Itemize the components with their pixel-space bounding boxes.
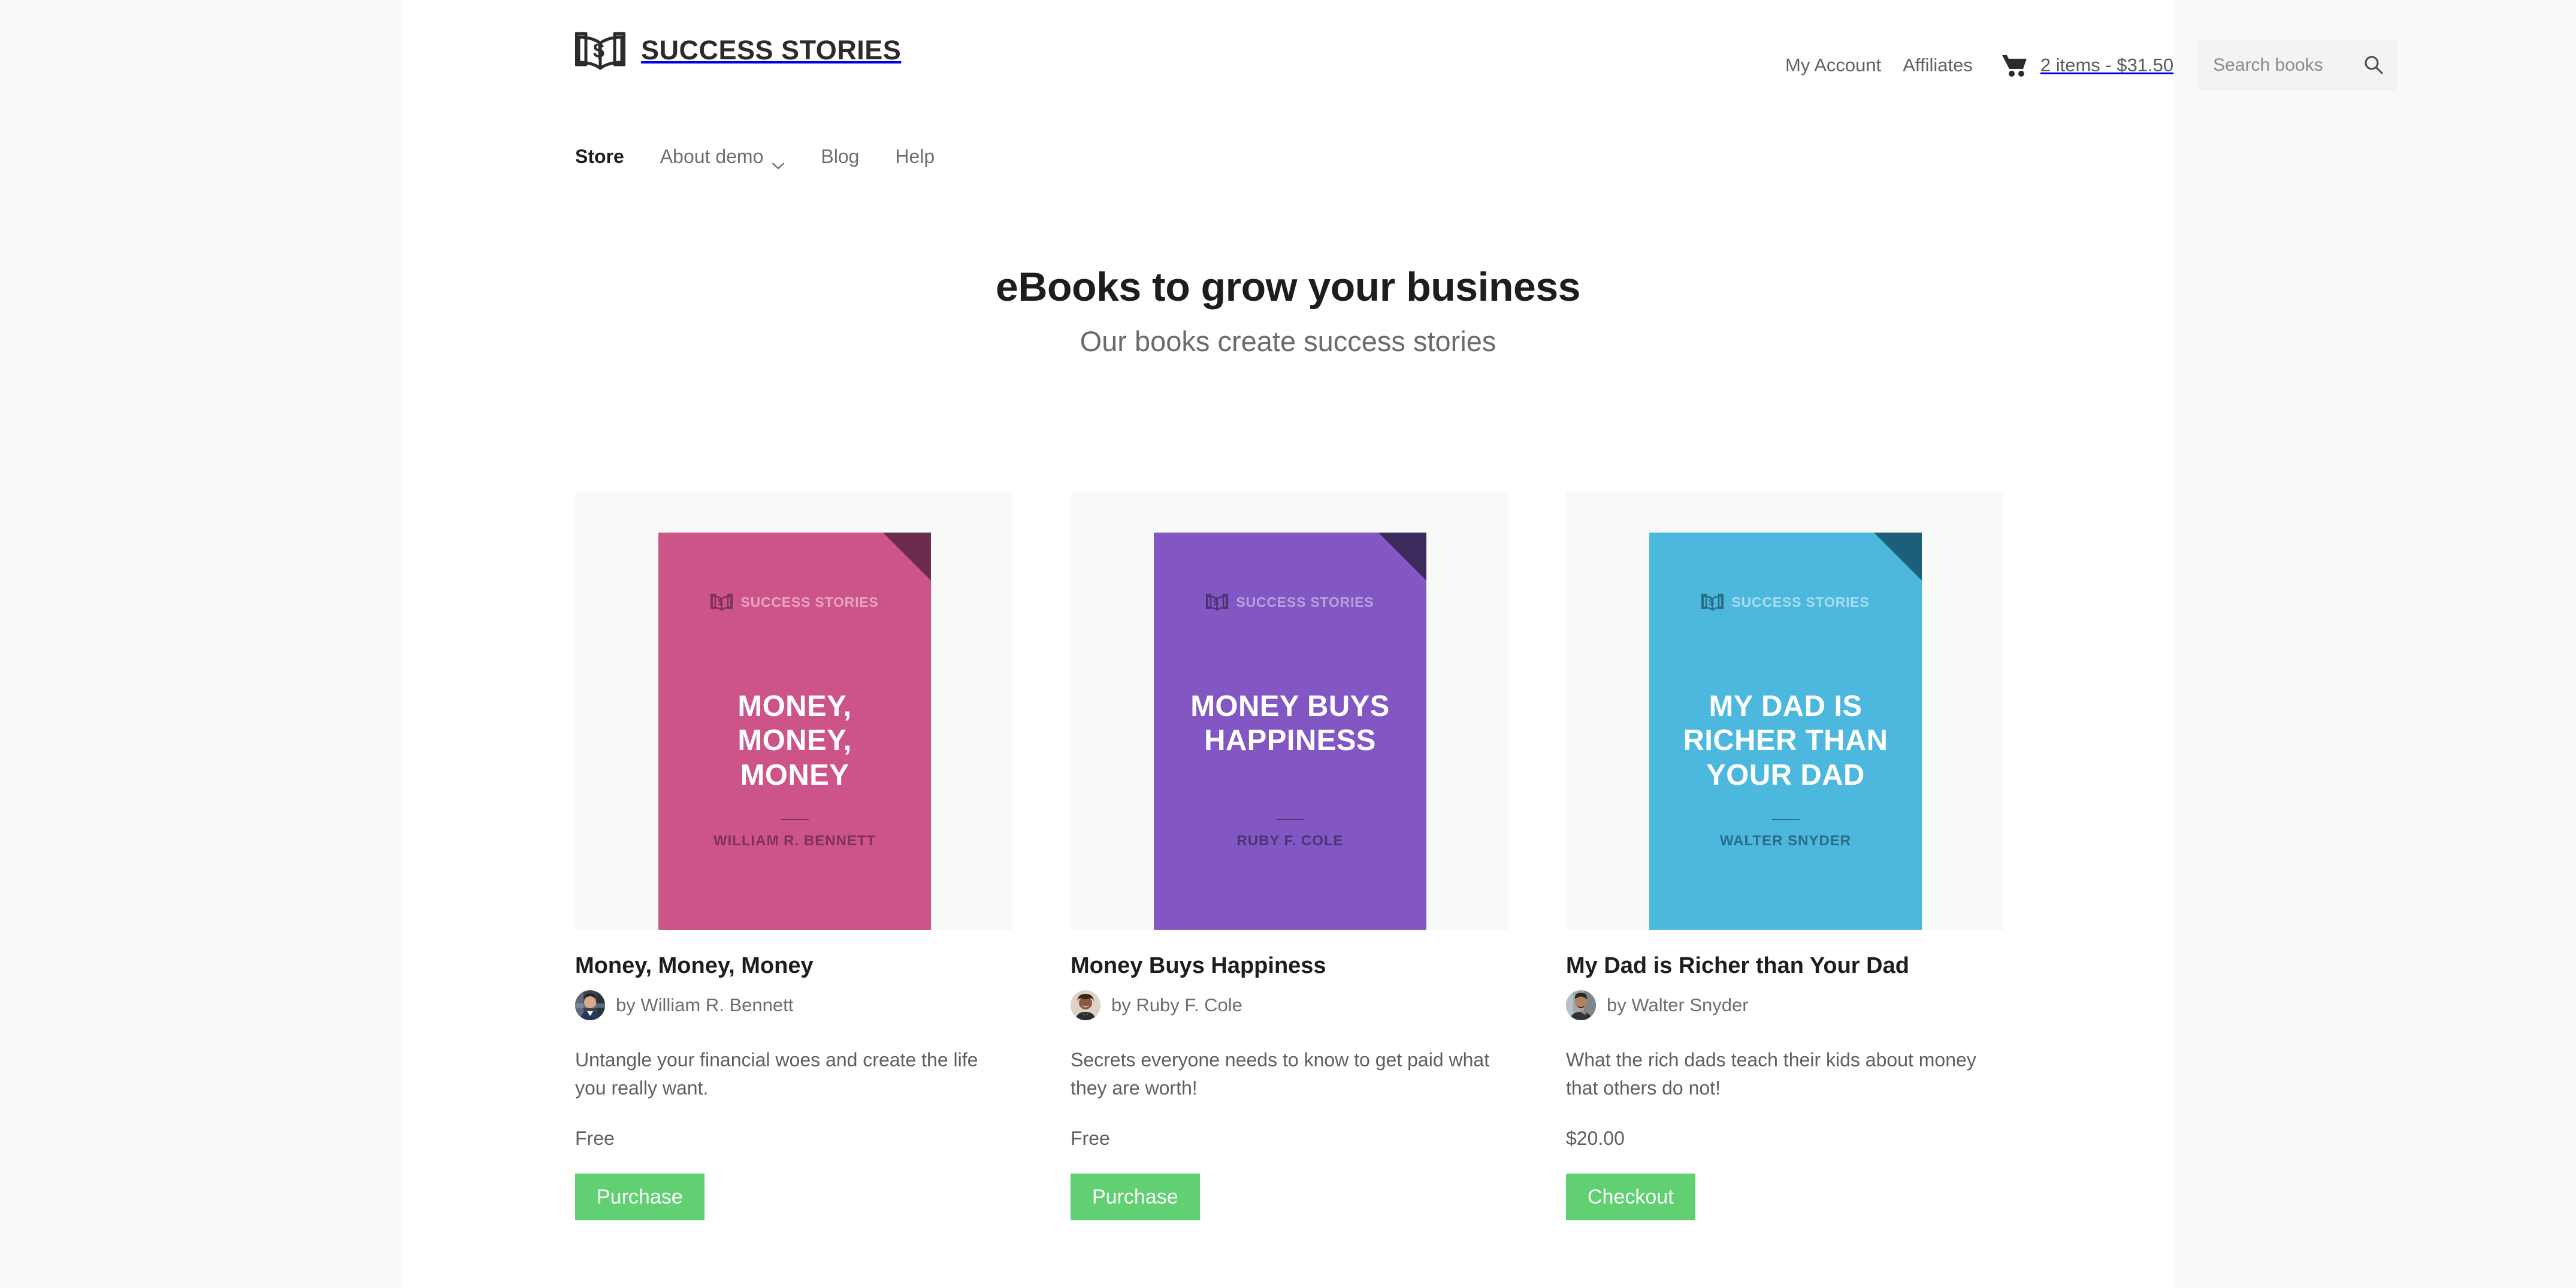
nav-item-store[interactable]: Store bbox=[575, 146, 624, 168]
open-book-dollar-logo-icon: $ bbox=[1205, 592, 1229, 612]
svg-text:$: $ bbox=[1709, 598, 1715, 608]
book-byline: by Walter Snyder bbox=[1566, 990, 2003, 1020]
page-container: $ SUCCESS STORIES My Account Affiliates … bbox=[401, 0, 2398, 1288]
purchase-button[interactable]: Purchase bbox=[1071, 1174, 1200, 1221]
svg-text:$: $ bbox=[1214, 598, 1219, 608]
open-book-dollar-logo-icon: $ bbox=[1701, 592, 1724, 612]
cover-author: WALTER SNYDER bbox=[1719, 833, 1852, 849]
book-title-link[interactable]: My Dad is Richer than Your Dad bbox=[1566, 953, 2003, 980]
chevron-down-icon bbox=[772, 153, 785, 169]
search-submit-button[interactable] bbox=[2363, 53, 2384, 77]
book-byline-text: by William R. Bennett bbox=[616, 994, 794, 1015]
purchase-button[interactable]: Purchase bbox=[575, 1174, 705, 1221]
cart-summary-text: 2 items - $31.50 bbox=[2040, 55, 2174, 75]
book-grid: $ SUCCESS STORIES MONEY, MONEY, MONEY WILL… bbox=[575, 492, 2003, 1221]
book-title-link[interactable]: Money, Money, Money bbox=[575, 953, 1012, 980]
open-book-dollar-logo-icon: $ bbox=[710, 592, 733, 612]
hero-section: eBooks to grow your business Our books c… bbox=[401, 264, 2175, 358]
cover-title: MY DAD IS RICHER THAN YOUR DAD bbox=[1683, 690, 1888, 791]
book-card: $ SUCCESS STORIES MY DAD IS RICHER THAN YO… bbox=[1566, 492, 2003, 1221]
book-description: Secrets everyone needs to know to get pa… bbox=[1071, 1048, 1490, 1099]
cover-brand-logo: $ SUCCESS STORIES bbox=[1154, 592, 1426, 612]
author-avatar bbox=[575, 990, 605, 1020]
cover-brand-text: SUCCESS STORIES bbox=[1236, 594, 1374, 610]
book-card: $ SUCCESS STORIES MONEY BUYS HAPPINESS RU… bbox=[1071, 492, 1508, 1221]
book-card: $ SUCCESS STORIES MONEY, MONEY, MONEY WILL… bbox=[575, 492, 1012, 1221]
main-navigation: Store About demo Blog Help bbox=[575, 146, 935, 169]
page-subtitle: Our books create success stories bbox=[1080, 325, 1496, 358]
affiliates-link[interactable]: Affiliates bbox=[1903, 55, 1973, 76]
checkout-button[interactable]: Checkout bbox=[1566, 1174, 1695, 1221]
cover-brand-logo: $ SUCCESS STORIES bbox=[1649, 592, 1922, 612]
cover-divider bbox=[781, 819, 809, 820]
book-byline-text: by Ruby F. Cole bbox=[1111, 994, 1242, 1015]
site-header: $ SUCCESS STORIES My Account Affiliates … bbox=[401, 0, 2398, 120]
page-title: eBooks to grow your business bbox=[996, 264, 1580, 310]
svg-text:$: $ bbox=[593, 40, 604, 62]
brand-name: SUCCESS STORIES bbox=[641, 35, 902, 65]
brand-logo-link[interactable]: $ SUCCESS STORIES bbox=[575, 29, 901, 72]
nav-item-label: Blog bbox=[821, 146, 860, 167]
book-cover-tile[interactable]: $ SUCCESS STORIES MONEY, MONEY, MONEY WILL… bbox=[575, 492, 1012, 930]
svg-text:$: $ bbox=[718, 598, 724, 608]
book-cover-tile[interactable]: $ SUCCESS STORIES MY DAD IS RICHER THAN YO… bbox=[1566, 492, 2003, 930]
nav-item-label: About demo bbox=[660, 146, 764, 167]
search-icon bbox=[2363, 54, 2384, 77]
author-avatar bbox=[1566, 990, 1596, 1020]
cover-author: WILLIAM R. BENNETT bbox=[713, 833, 876, 849]
search-input[interactable] bbox=[2213, 40, 2363, 91]
cover-divider bbox=[1771, 819, 1800, 820]
header-utility-nav: My Account Affiliates 2 items - $31.50 bbox=[1785, 40, 2398, 91]
book-byline-text: by Walter Snyder bbox=[1607, 994, 1749, 1015]
book-byline: by Ruby F. Cole bbox=[1071, 990, 1508, 1020]
book-price: Free bbox=[575, 1127, 615, 1150]
cover-brand-text: SUCCESS STORIES bbox=[740, 594, 879, 610]
nav-item-help[interactable]: Help bbox=[895, 146, 935, 168]
my-account-link[interactable]: My Account bbox=[1785, 55, 1881, 76]
book-price: Free bbox=[1071, 1127, 1110, 1150]
cover-title: MONEY BUYS HAPPINESS bbox=[1190, 690, 1390, 757]
search-box[interactable] bbox=[2199, 40, 2398, 91]
cover-divider bbox=[1276, 819, 1304, 820]
shopping-cart-icon bbox=[2001, 53, 2030, 77]
book-cover: $ SUCCESS STORIES MY DAD IS RICHER THAN YO… bbox=[1649, 533, 1922, 930]
book-description: Untangle your financial woes and create … bbox=[575, 1048, 978, 1099]
cart-link[interactable]: 2 items - $31.50 bbox=[2001, 53, 2173, 77]
book-price: $20.00 bbox=[1566, 1127, 1625, 1150]
nav-item-about-demo[interactable]: About demo bbox=[660, 146, 785, 169]
cover-author: RUBY F. COLE bbox=[1236, 833, 1344, 849]
book-description: What the rich dads teach their kids abou… bbox=[1566, 1048, 1976, 1099]
cover-title: MONEY, MONEY, MONEY bbox=[737, 690, 852, 791]
book-title-link[interactable]: Money Buys Happiness bbox=[1071, 953, 1508, 980]
book-byline: by William R. Bennett bbox=[575, 990, 1012, 1020]
nav-item-blog[interactable]: Blog bbox=[821, 146, 859, 168]
book-cover: $ SUCCESS STORIES MONEY BUYS HAPPINESS RU… bbox=[1154, 533, 1426, 930]
book-cover-tile[interactable]: $ SUCCESS STORIES MONEY BUYS HAPPINESS RU… bbox=[1071, 492, 1508, 930]
book-cover: $ SUCCESS STORIES MONEY, MONEY, MONEY WILL… bbox=[658, 533, 931, 930]
author-avatar bbox=[1071, 990, 1100, 1020]
open-book-dollar-logo-icon: $ bbox=[575, 29, 626, 72]
cover-brand-logo: $ SUCCESS STORIES bbox=[658, 592, 931, 612]
nav-item-label: Store bbox=[575, 146, 624, 167]
nav-item-label: Help bbox=[895, 146, 935, 167]
cover-brand-text: SUCCESS STORIES bbox=[1731, 594, 1870, 610]
